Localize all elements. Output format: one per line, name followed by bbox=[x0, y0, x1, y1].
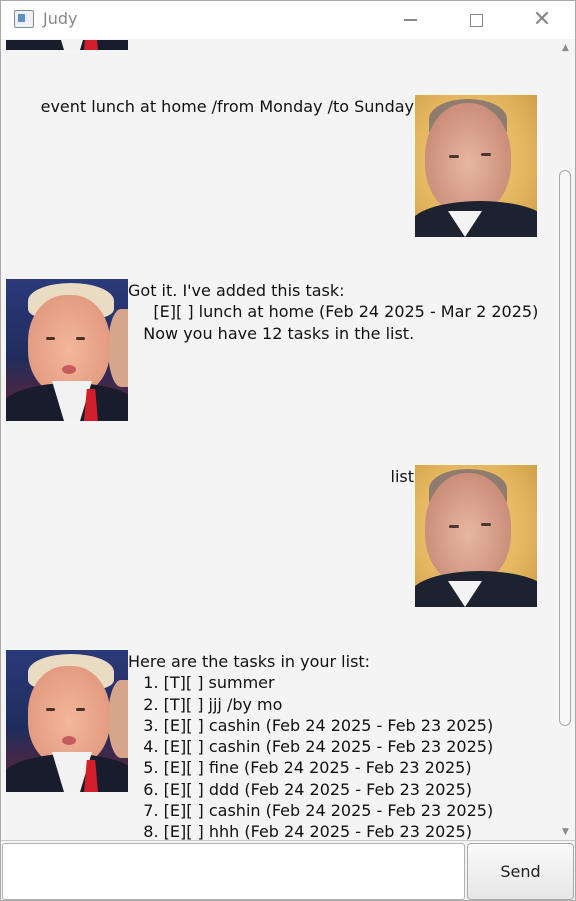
app-window: Judy ✕ event lunch at home /from Monday … bbox=[0, 0, 576, 901]
message-input[interactable] bbox=[2, 843, 465, 900]
user-avatar bbox=[415, 465, 537, 607]
send-button[interactable]: Send bbox=[467, 843, 574, 900]
scrollbar-thumb[interactable] bbox=[559, 170, 571, 726]
user-avatar bbox=[415, 95, 537, 237]
window-app-icon bbox=[14, 10, 34, 28]
maximize-button[interactable] bbox=[443, 1, 509, 39]
minimize-button[interactable] bbox=[377, 1, 443, 39]
close-button[interactable]: ✕ bbox=[509, 1, 575, 39]
bot-avatar bbox=[6, 279, 128, 421]
close-icon: ✕ bbox=[532, 7, 552, 32]
bot-avatar bbox=[6, 650, 128, 792]
minimize-icon bbox=[403, 19, 417, 21]
bot-message: Here are the tasks in your list: 1. [T][… bbox=[128, 652, 494, 840]
input-bar: Send bbox=[1, 840, 575, 900]
title-bar: Judy ✕ bbox=[1, 1, 575, 39]
scroll-up-icon[interactable]: ▲ bbox=[556, 40, 575, 56]
scroll-down-icon[interactable]: ▼ bbox=[556, 824, 575, 840]
window-title: Judy bbox=[43, 9, 78, 28]
chat-scroll-pane[interactable]: event lunch at home /from Monday /to Sun… bbox=[1, 40, 556, 840]
user-message: list bbox=[390, 467, 415, 486]
bot-message: Got it. I've added this task: [E][ ] lun… bbox=[128, 281, 539, 343]
maximize-icon bbox=[469, 13, 483, 27]
user-message: event lunch at home /from Monday /to Sun… bbox=[40, 97, 414, 116]
vertical-scrollbar[interactable]: ▲ ▼ bbox=[556, 40, 575, 840]
bot-avatar bbox=[6, 40, 128, 50]
